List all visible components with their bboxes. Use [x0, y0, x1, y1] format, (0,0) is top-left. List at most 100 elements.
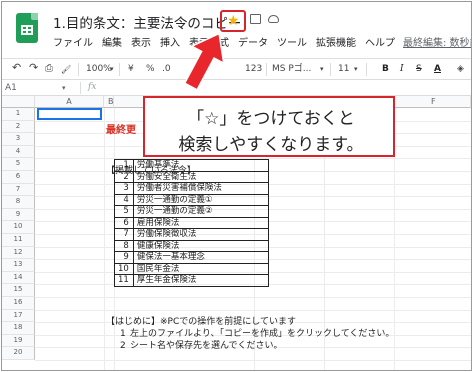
row-gridline	[35, 309, 471, 311]
row-header[interactable]: 11	[2, 234, 35, 247]
toolbar: ↶ ↷ ⎙ 🖌 100% ▾ ¥ % .0 123 MS Pゴ... ▾ 11 …	[2, 58, 471, 80]
print-icon[interactable]: ⎙	[45, 62, 53, 75]
table-row: 11 厚生年金保険法	[114, 274, 270, 287]
row-header[interactable]: 1	[2, 108, 35, 121]
law-number-cell[interactable]: 7	[114, 228, 134, 241]
law-number-cell[interactable]: 4	[114, 193, 134, 206]
table-row: 5 労災一通勤の定義②	[114, 205, 270, 218]
law-number-cell[interactable]: 9	[114, 251, 134, 264]
law-name-cell[interactable]: 労働者災害補償保険法	[132, 182, 270, 195]
redo-icon[interactable]: ↷	[29, 61, 38, 74]
row-header[interactable]: 3	[2, 133, 35, 146]
step-1-number[interactable]: 1	[120, 329, 126, 340]
row-header[interactable]: 18	[2, 322, 35, 335]
law-number-cell[interactable]: 6	[114, 216, 134, 229]
row-header[interactable]: 9	[2, 208, 35, 222]
column-header-b[interactable]: B	[104, 96, 114, 108]
more-formats-button[interactable]: 123	[245, 63, 262, 76]
law-name-cell[interactable]: 労災一通勤の定義②	[132, 205, 270, 218]
row-header[interactable]: 17	[2, 309, 35, 323]
menu-help[interactable]: ヘルプ	[365, 37, 395, 51]
chevron-down-icon: ▾	[62, 84, 66, 92]
chevron-down-icon: ▾	[320, 65, 324, 73]
law-name-cell[interactable]: 労働基準法	[132, 159, 270, 172]
font-select[interactable]: MS Pゴ...	[272, 63, 311, 76]
text-color-button[interactable]: A	[434, 63, 441, 76]
italic-button[interactable]: I	[400, 63, 404, 76]
row-header[interactable]: 2	[2, 120, 35, 134]
column-header-f[interactable]: F	[394, 96, 471, 108]
bold-button[interactable]: B	[382, 63, 389, 76]
law-name-cell[interactable]: 労働保険徴収法	[132, 228, 270, 241]
law-name-cell[interactable]: 厚生年金保険法	[132, 274, 270, 287]
undo-icon[interactable]: ↶	[12, 61, 21, 74]
section-label-intro[interactable]: 【はじめに】※PCでの操作を前提にしています	[106, 317, 296, 328]
row-header[interactable]: 4	[2, 145, 35, 159]
row-header[interactable]: 14	[2, 271, 35, 285]
table-row: 9 健保法一基本理念	[114, 251, 270, 264]
law-name-cell[interactable]: 雇用保険法	[132, 216, 270, 229]
table-row: 2 労働安全衛生法	[114, 170, 270, 183]
row-gridline	[35, 297, 471, 298]
row-header[interactable]: 16	[2, 297, 35, 310]
menu-data[interactable]: データ	[238, 37, 268, 51]
menu-file[interactable]: ファイル	[53, 37, 93, 51]
law-number-cell[interactable]: 2	[114, 170, 134, 183]
row-header[interactable]: 19	[2, 334, 35, 348]
law-number-cell[interactable]: 1	[114, 159, 134, 172]
law-number-cell[interactable]: 11	[114, 274, 134, 287]
menu-insert[interactable]: 挿入	[160, 37, 180, 51]
last-edit-link[interactable]: 最終編集: 数秒前	[403, 37, 471, 51]
law-name-cell[interactable]: 健康保険法	[132, 239, 270, 252]
law-name-cell[interactable]: 労働安全衛生法	[132, 170, 270, 183]
menu-edit[interactable]: 編集	[102, 37, 122, 51]
table-row: 10 国民年金法	[114, 262, 270, 275]
row-header[interactable]: 12	[2, 246, 35, 260]
currency-format-button[interactable]: ¥	[128, 63, 134, 76]
row-header[interactable]: 13	[2, 259, 35, 272]
column-header-a[interactable]: A	[35, 96, 104, 108]
row-header[interactable]: 8	[2, 196, 35, 209]
row-gridline	[35, 360, 471, 361]
name-box[interactable]: A1	[5, 82, 17, 94]
menu-extensions[interactable]: 拡張機能	[316, 37, 356, 51]
sheet-heading[interactable]: 最終更	[106, 125, 136, 136]
step-1-text[interactable]: 左上のファイルより、「コピーを作成」をクリックしてください。	[130, 329, 394, 340]
law-name-cell[interactable]: 健保法一基本理念	[132, 251, 270, 264]
row-header[interactable]: 7	[2, 183, 35, 197]
star-icon: ★	[227, 13, 240, 29]
cloud-status-icon[interactable]	[268, 15, 279, 23]
row-header[interactable]: 5	[2, 158, 35, 171]
row-header[interactable]: 10	[2, 221, 35, 234]
callout-arrow	[185, 32, 225, 91]
row-header[interactable]: 15	[2, 284, 35, 297]
row-header[interactable]: 6	[2, 171, 35, 184]
percent-format-button[interactable]: %	[146, 63, 155, 76]
step-2-text[interactable]: シート名や保存先を選んでください。	[130, 341, 283, 352]
strikethrough-button[interactable]: S	[416, 63, 422, 76]
table-row: 4 労災一通勤の定義①	[114, 193, 270, 206]
step-2-number[interactable]: 2	[120, 341, 126, 352]
selected-cell-a1[interactable]	[37, 108, 102, 120]
fill-color-icon[interactable]: ◈	[457, 63, 464, 76]
row-header[interactable]: 20	[2, 347, 35, 360]
font-size-select[interactable]: 11	[338, 63, 349, 76]
law-number-cell[interactable]: 10	[114, 262, 134, 275]
law-name-cell[interactable]: 労災一通勤の定義①	[132, 193, 270, 206]
table-row: 1 労働基準法	[114, 159, 270, 172]
formula-divider	[80, 82, 81, 94]
table-row: 6 雇用保険法	[114, 216, 270, 229]
select-all-corner[interactable]	[2, 96, 35, 108]
paint-format-icon[interactable]: 🖌	[61, 63, 71, 76]
law-number-cell[interactable]: 5	[114, 205, 134, 218]
zoom-select[interactable]: 100%	[86, 63, 112, 76]
sheets-logo-icon[interactable]	[16, 13, 38, 43]
decrease-decimal-button[interactable]: .0	[162, 63, 171, 76]
column-gridline	[104, 108, 105, 370]
law-name-cell[interactable]: 国民年金法	[132, 262, 270, 275]
law-number-cell[interactable]: 8	[114, 239, 134, 252]
menu-view[interactable]: 表示	[131, 37, 151, 51]
menu-tools[interactable]: ツール	[277, 37, 307, 51]
move-to-folder-icon[interactable]	[250, 14, 261, 24]
law-number-cell[interactable]: 3	[114, 182, 134, 195]
